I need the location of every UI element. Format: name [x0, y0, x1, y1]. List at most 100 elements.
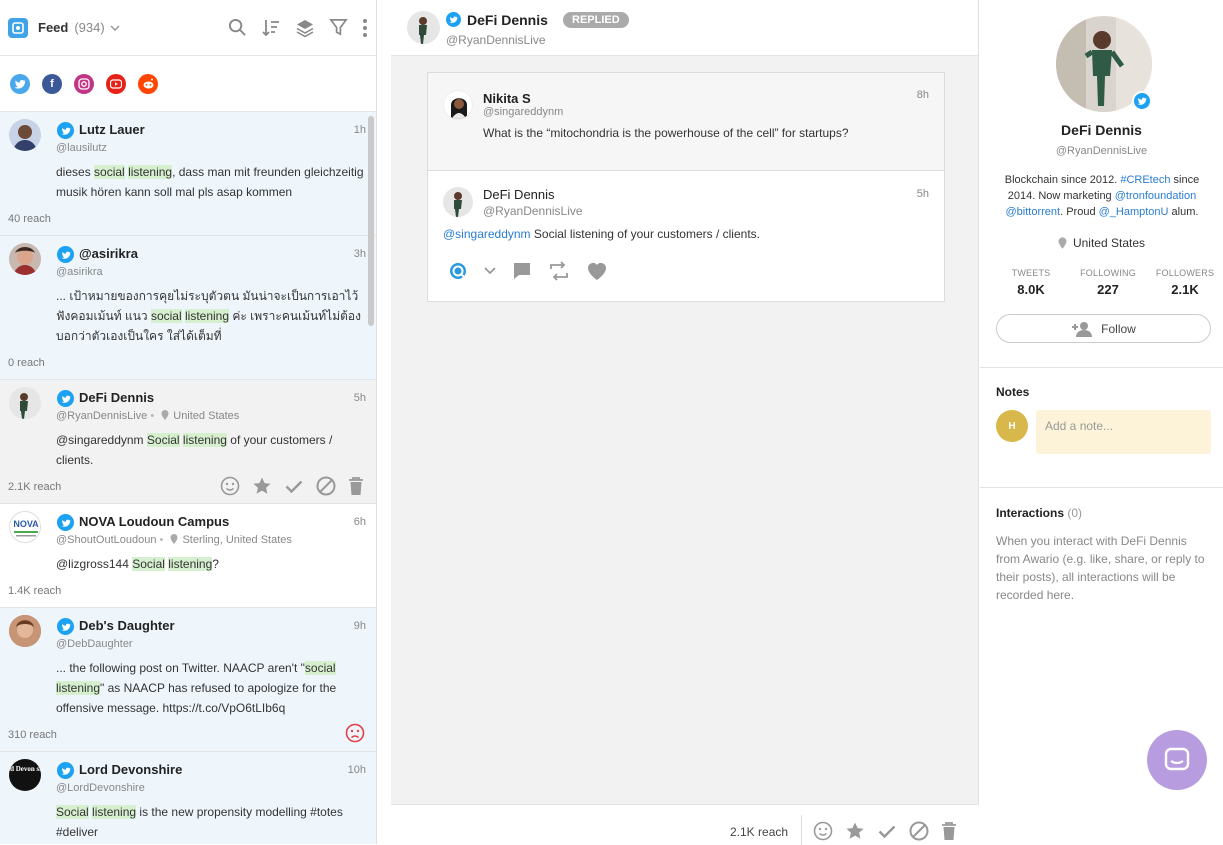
feed-item[interactable]: @asirikra 3h @asirikra ... เป้าหมายของกา… [0, 236, 376, 380]
sentiment-neutral-icon[interactable] [813, 821, 833, 841]
app-logo-icon[interactable] [8, 17, 28, 38]
mention-link[interactable]: @bittorrent [1006, 206, 1061, 218]
search-icon[interactable] [228, 18, 247, 37]
block-icon[interactable] [316, 476, 336, 496]
block-icon[interactable] [909, 821, 929, 841]
feed-item[interactable]: NOVA NOVA Loudoun Campus 6h @ShoutOutLou… [0, 504, 376, 608]
post-text[interactable]: ... the following post on Twitter. NAACP… [56, 658, 370, 718]
reply-author-name[interactable]: DeFi Dennis [483, 187, 555, 202]
post-text[interactable]: @singareddynm Social listening of your c… [56, 430, 370, 470]
feed-item[interactable]: Lutz Lauer 1h @lausilutz dieses social l… [0, 112, 376, 236]
parent-author-name[interactable]: Nikita S [483, 91, 531, 106]
divider [980, 487, 1223, 488]
avatar[interactable] [9, 387, 41, 419]
chat-launcher-button[interactable] [1147, 730, 1207, 790]
avatar[interactable]: Lord Devon shire [9, 759, 41, 791]
reach-count: 310 reach [8, 729, 57, 741]
profile-bio: Blockchain since 2012. #CREtech since 20… [1004, 174, 1200, 218]
sentiment-neutral-icon[interactable] [220, 476, 240, 496]
stat-following: FOLLOWING 227 [1080, 268, 1136, 297]
follow-button[interactable]: Follow [996, 314, 1211, 343]
author-handle[interactable]: @LordDevonshire [56, 782, 145, 794]
author-name[interactable]: Deb's Daughter [79, 618, 175, 633]
post-text[interactable]: dieses social listening, dass man mit fr… [56, 162, 370, 202]
post-time: 10h [347, 764, 366, 776]
trash-icon[interactable] [348, 476, 364, 496]
like-heart-icon[interactable] [586, 261, 608, 281]
svg-text:Lord Devon shire: Lord Devon shire [9, 765, 41, 773]
awario-reply-icon[interactable] [448, 261, 468, 281]
reply-author-handle[interactable]: @RyanDennisLive [483, 204, 583, 218]
avatar[interactable] [443, 187, 473, 217]
retweet-icon[interactable] [548, 261, 570, 281]
layers-icon[interactable] [295, 18, 315, 38]
mention-link[interactable]: @singareddynm [443, 227, 531, 241]
facebook-icon[interactable]: f [42, 73, 62, 94]
stat-tweets: TWEETS 8.0K [1011, 268, 1051, 297]
avatar: H [996, 410, 1028, 442]
comment-icon[interactable] [512, 261, 532, 281]
post-time: 1h [353, 124, 366, 136]
avatar[interactable] [9, 119, 41, 151]
platform-filter: f [0, 56, 376, 112]
note-input[interactable] [1036, 410, 1211, 454]
conversation-footer: 2.1K reach [391, 804, 979, 845]
chevron-down-icon[interactable] [484, 267, 496, 275]
post-time: 3h [353, 248, 366, 260]
chevron-down-icon[interactable] [110, 24, 120, 31]
feed-item-selected[interactable]: DeFi Dennis 5h @RyanDennisLive • United … [0, 380, 376, 504]
author-name[interactable]: DeFi Dennis [79, 390, 154, 405]
trash-icon[interactable] [941, 821, 957, 841]
twitter-icon [57, 122, 74, 139]
author-handle[interactable]: @asirikra [56, 266, 103, 278]
author-location: Sterling, United States [182, 534, 292, 546]
divider [980, 367, 1223, 368]
avatar[interactable] [407, 11, 440, 44]
feed-item[interactable]: Deb's Daughter 9h @DebDaughter ... the f… [0, 608, 376, 752]
twitter-icon [57, 390, 74, 407]
profile-handle[interactable]: @RyanDennisLive [980, 145, 1223, 157]
post-text[interactable]: @lizgross144 Social listening? [56, 554, 370, 574]
sentiment-negative-icon[interactable] [345, 723, 365, 743]
parent-post[interactable]: Nikita S @singareddynm 8h What is the “m… [428, 73, 944, 171]
avatar[interactable] [9, 615, 41, 647]
mention-link[interactable]: @_HamptonU [1099, 206, 1169, 218]
author-handle[interactable]: @lausilutz [56, 142, 107, 154]
author-name[interactable]: NOVA Loudoun Campus [79, 514, 229, 529]
youtube-icon[interactable] [106, 73, 126, 94]
check-icon[interactable] [284, 476, 304, 496]
status-badge: REPLIED [563, 12, 629, 28]
more-vertical-icon[interactable] [362, 18, 368, 38]
author-name[interactable]: @asirikra [79, 246, 138, 261]
twitter-icon [57, 618, 74, 635]
author-name[interactable]: Lutz Lauer [79, 122, 145, 137]
author-name[interactable]: DeFi Dennis [467, 12, 548, 28]
conversation-card: Nikita S @singareddynm 8h What is the “m… [427, 72, 945, 302]
twitter-icon[interactable] [10, 73, 30, 94]
author-name[interactable]: Lord Devonshire [79, 762, 182, 777]
check-icon[interactable] [877, 821, 897, 841]
avatar[interactable] [9, 243, 41, 275]
star-icon[interactable] [252, 476, 272, 496]
reach-count: 2.1K reach [8, 481, 62, 493]
reddit-icon[interactable] [138, 73, 158, 94]
filter-icon[interactable] [329, 18, 348, 37]
feed-toolbar: Feed (934) [0, 0, 376, 56]
feed-scrollbar[interactable] [368, 116, 374, 326]
instagram-icon[interactable] [74, 73, 94, 94]
post-text[interactable]: Social listening is the new propensity m… [56, 802, 370, 842]
hashtag-link[interactable]: #CREtech [1120, 174, 1170, 186]
mention-link[interactable]: @tronfoundation [1115, 190, 1197, 202]
feed-item[interactable]: Lord Devon shire Lord Devonshire 10h @Lo… [0, 752, 376, 844]
reach-count: 1.4K reach [8, 585, 62, 597]
author-handle[interactable]: @DebDaughter [56, 638, 133, 650]
avatar[interactable] [443, 90, 473, 120]
author-handle[interactable]: @RyanDennisLive [446, 33, 546, 47]
avatar[interactable]: NOVA [9, 511, 41, 543]
post-text[interactable]: ... เป้าหมายของการคุยไม่ระบุตัวตน มันน่า… [56, 286, 370, 346]
sort-icon[interactable] [261, 18, 281, 38]
feed-title[interactable]: Feed [38, 20, 68, 35]
star-icon[interactable] [845, 821, 865, 841]
twitter-icon [446, 12, 461, 27]
parent-author-handle[interactable]: @singareddynm [483, 106, 563, 118]
